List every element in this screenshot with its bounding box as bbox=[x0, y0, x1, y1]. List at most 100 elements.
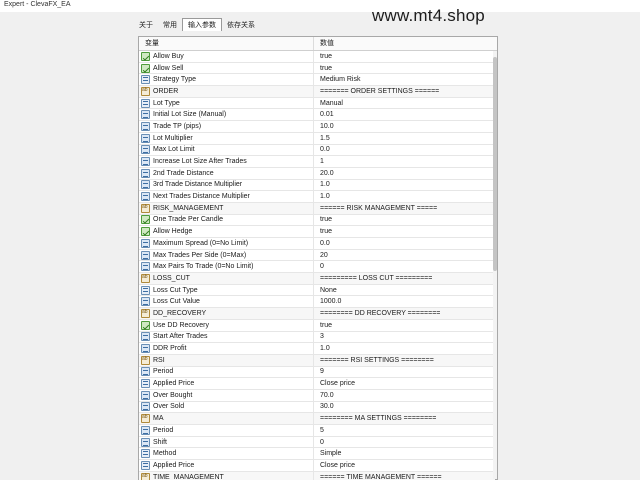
param-name: DD_RECOVERY bbox=[153, 309, 207, 317]
param-value[interactable]: ========= LOSS CUT ========= bbox=[314, 273, 495, 284]
param-value[interactable]: 70.0 bbox=[314, 390, 495, 401]
param-value[interactable]: true bbox=[314, 215, 495, 226]
table-row[interactable]: Over Bought 70.0 bbox=[139, 389, 495, 402]
param-value[interactable]: 0 bbox=[314, 437, 495, 448]
param-value[interactable]: ======= ORDER SETTINGS ====== bbox=[314, 86, 495, 97]
param-value[interactable]: 1.0 bbox=[314, 343, 495, 354]
param-value[interactable]: 5 bbox=[314, 425, 495, 436]
param-value[interactable]: true bbox=[314, 51, 495, 62]
table-row[interactable]: TIME_MANAGEMENT ====== TIME MANAGEMENT ==… bbox=[139, 471, 495, 480]
table-row[interactable]: Start After Trades 3 bbox=[139, 331, 495, 344]
param-value[interactable]: None bbox=[314, 285, 495, 296]
table-row[interactable]: Maximum Spread (0=No Limit) 0.0 bbox=[139, 238, 495, 250]
table-row[interactable]: RSI ======= RSI SETTINGS ======== bbox=[139, 354, 495, 367]
tab-dependencies[interactable]: 依存关系 bbox=[222, 20, 260, 31]
param-value[interactable]: Close price bbox=[314, 378, 495, 389]
param-value[interactable]: 0.0 bbox=[314, 238, 495, 249]
param-value[interactable]: Close price bbox=[314, 460, 495, 471]
table-row[interactable]: Loss Cut Type None bbox=[139, 284, 495, 297]
param-value[interactable]: Simple bbox=[314, 448, 495, 459]
param-value[interactable]: 1.0 bbox=[314, 191, 495, 202]
table-row[interactable]: Applied Price Close price bbox=[139, 378, 495, 390]
param-value[interactable]: true bbox=[314, 226, 495, 237]
table-row[interactable]: DDR Profit 1.0 bbox=[139, 343, 495, 355]
table-row[interactable]: Method Simple bbox=[139, 448, 495, 461]
header-variable[interactable]: 变量 bbox=[139, 37, 314, 50]
table-row[interactable]: Allow Hedge true bbox=[139, 226, 495, 238]
table-row[interactable]: Lot Type Manual bbox=[139, 97, 495, 110]
table-row[interactable]: DD_RECOVERY ======== DD RECOVERY ======== bbox=[139, 308, 495, 320]
numeric-param-icon bbox=[141, 121, 150, 131]
table-row[interactable]: Strategy Type Medium Risk bbox=[139, 74, 495, 87]
param-value[interactable]: 0.01 bbox=[314, 109, 495, 120]
param-value[interactable]: true bbox=[314, 63, 495, 74]
param-value[interactable]: 1.0 bbox=[314, 180, 495, 191]
param-value[interactable]: ======== DD RECOVERY ======== bbox=[314, 308, 495, 319]
param-value[interactable]: ====== TIME MANAGEMENT ====== bbox=[314, 472, 495, 480]
param-value[interactable]: 9 bbox=[314, 367, 495, 378]
table-row[interactable]: Next Trades Distance Multiplier 1.0 bbox=[139, 191, 495, 203]
param-name: Trade TP (pips) bbox=[153, 122, 202, 130]
param-name-cell: DDR Profit bbox=[139, 343, 314, 354]
param-value[interactable]: 1000.0 bbox=[314, 296, 495, 307]
tab-inputs[interactable]: 输入参数 bbox=[182, 18, 222, 31]
table-row[interactable]: Max Lot Limit 0.0 bbox=[139, 144, 495, 157]
table-row[interactable]: Max Pairs To Trade (0=No Limit) 0 bbox=[139, 261, 495, 274]
param-value[interactable]: 0.0 bbox=[314, 145, 495, 156]
param-value[interactable]: ====== RISK MANAGEMENT ===== bbox=[314, 203, 495, 214]
param-value[interactable]: 1 bbox=[314, 156, 495, 167]
param-value[interactable]: Manual bbox=[314, 98, 495, 109]
numeric-param-icon bbox=[141, 402, 150, 412]
table-row[interactable]: Max Trades Per Side (0=Max) 20 bbox=[139, 249, 495, 262]
table-row[interactable]: Initial Lot Size (Manual) 0.01 bbox=[139, 109, 495, 122]
numeric-param-icon bbox=[141, 133, 150, 143]
param-value[interactable]: 1.5 bbox=[314, 133, 495, 144]
table-row[interactable]: Shift 0 bbox=[139, 436, 495, 449]
param-name: TIME_MANAGEMENT bbox=[153, 473, 224, 480]
table-row[interactable]: Use DD Recovery true bbox=[139, 319, 495, 332]
tab-about[interactable]: 关于 bbox=[134, 20, 158, 31]
param-value[interactable]: true bbox=[314, 320, 495, 331]
table-row[interactable]: Allow Buy true bbox=[139, 51, 495, 63]
string-param-icon bbox=[141, 203, 150, 213]
table-row[interactable]: Applied Price Close price bbox=[139, 460, 495, 472]
table-row[interactable]: Loss Cut Value 1000.0 bbox=[139, 296, 495, 309]
table-row[interactable]: Over Sold 30.0 bbox=[139, 401, 495, 414]
param-name: Next Trades Distance Multiplier bbox=[153, 193, 250, 201]
param-name: ORDER bbox=[153, 87, 179, 95]
table-row[interactable]: 3rd Trade Distance Multiplier 1.0 bbox=[139, 179, 495, 192]
checkbox-bool-icon bbox=[141, 63, 150, 73]
numeric-param-icon bbox=[141, 168, 150, 178]
table-row[interactable]: ORDER ======= ORDER SETTINGS ====== bbox=[139, 86, 495, 98]
table-row[interactable]: 2nd Trade Distance 20.0 bbox=[139, 167, 495, 180]
table-row[interactable]: RISK_MANAGEMENT ====== RISK MANAGEMENT ==… bbox=[139, 202, 495, 215]
param-value[interactable]: ======== MA SETTINGS ======== bbox=[314, 413, 495, 424]
param-name: Max Pairs To Trade (0=No Limit) bbox=[153, 263, 254, 271]
param-value[interactable]: ======= RSI SETTINGS ======== bbox=[314, 355, 495, 366]
param-value[interactable]: 10.0 bbox=[314, 121, 495, 132]
table-row[interactable]: Period 9 bbox=[139, 366, 495, 379]
param-value[interactable]: 0 bbox=[314, 261, 495, 272]
param-value[interactable]: 20.0 bbox=[314, 168, 495, 179]
table-row[interactable]: Period 5 bbox=[139, 425, 495, 437]
list-param-icon bbox=[141, 98, 150, 108]
table-row[interactable]: LOSS_CUT ========= LOSS CUT ========= bbox=[139, 273, 495, 285]
param-name: Allow Buy bbox=[153, 52, 184, 60]
vertical-scrollbar[interactable] bbox=[493, 51, 497, 479]
scrollbar-thumb[interactable] bbox=[493, 57, 497, 271]
table-row[interactable]: One Trade Per Candle true bbox=[139, 214, 495, 227]
table-row[interactable]: MA ======== MA SETTINGS ======== bbox=[139, 413, 495, 425]
header-value[interactable]: 数值 bbox=[314, 37, 334, 50]
string-param-icon bbox=[141, 355, 150, 365]
list-param-icon bbox=[141, 449, 150, 459]
param-value[interactable]: Medium Risk bbox=[314, 74, 495, 85]
param-value[interactable]: 20 bbox=[314, 250, 495, 261]
table-row[interactable]: Lot Multiplier 1.5 bbox=[139, 132, 495, 145]
table-row[interactable]: Allow Sell true bbox=[139, 62, 495, 75]
param-value[interactable]: 30.0 bbox=[314, 402, 495, 413]
table-row[interactable]: Trade TP (pips) 10.0 bbox=[139, 121, 495, 133]
table-row[interactable]: Increase Lot Size After Trades 1 bbox=[139, 156, 495, 168]
param-value[interactable]: 3 bbox=[314, 332, 495, 343]
tab-common[interactable]: 常用 bbox=[158, 20, 182, 31]
param-name-cell: Max Pairs To Trade (0=No Limit) bbox=[139, 261, 314, 273]
